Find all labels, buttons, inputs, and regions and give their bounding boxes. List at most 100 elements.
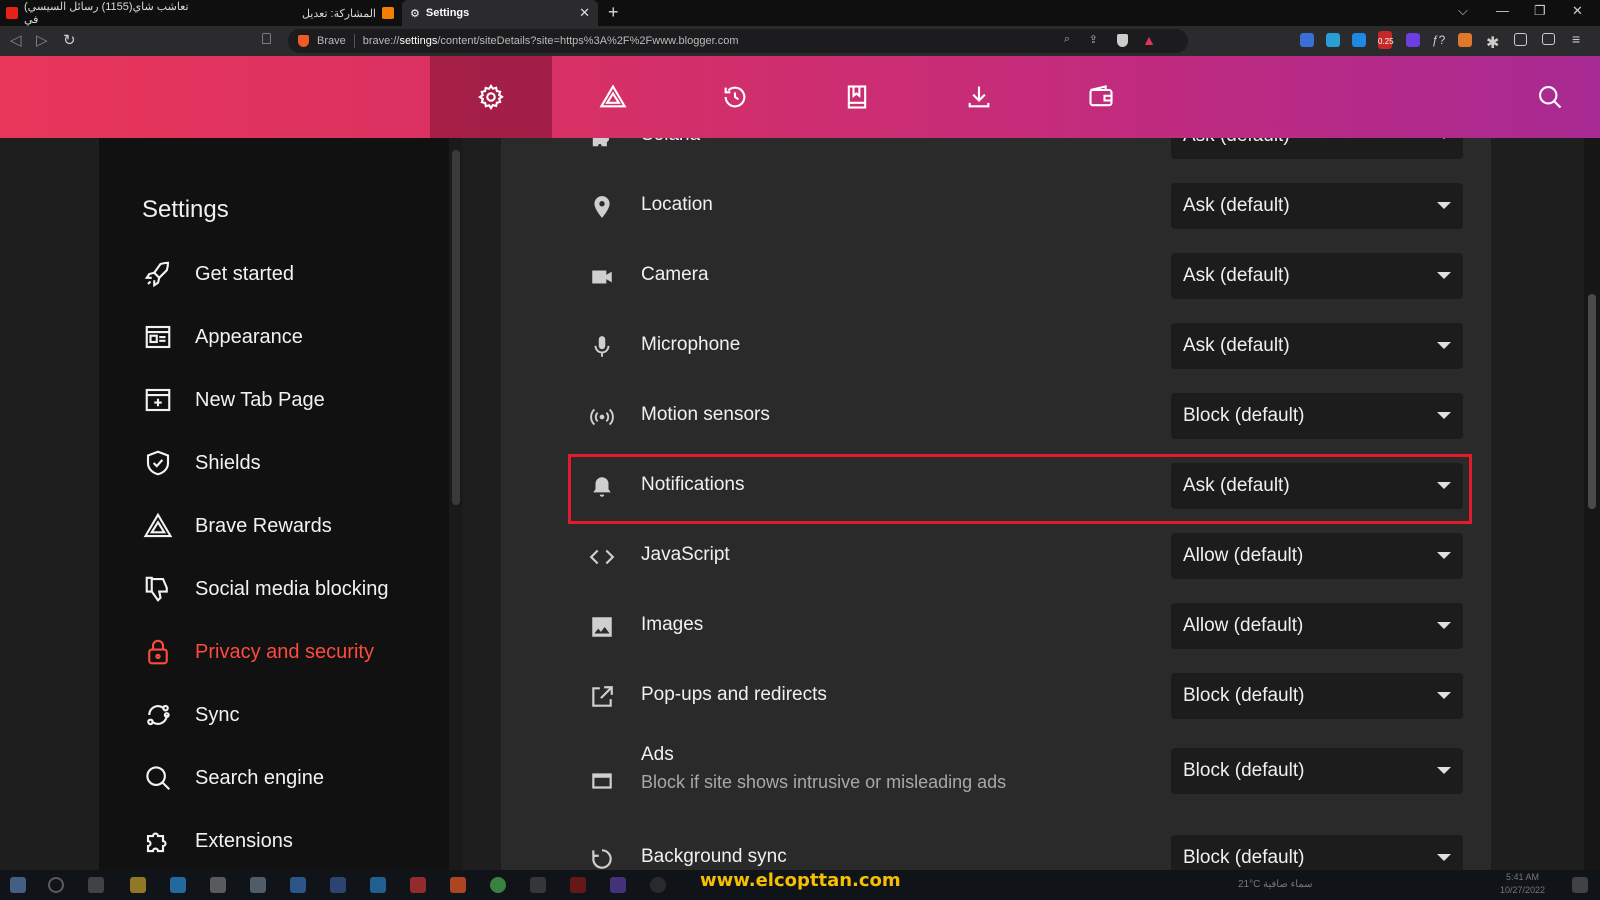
search-settings-button[interactable] (1536, 83, 1564, 116)
sidebar-item-label: Brave Rewards (195, 514, 332, 537)
close-window-button[interactable]: ✕ (1572, 3, 1583, 19)
tab-blogger[interactable]: المشاركة: تعديل (206, 0, 402, 26)
app-icon[interactable] (650, 877, 666, 893)
shield-icon (146, 450, 170, 476)
permission-label: Camera (641, 264, 709, 285)
tab-youtube[interactable]: (تعاشب شاي(1155) رسائل السيسي في (6, 0, 206, 26)
app-icon[interactable] (250, 877, 266, 893)
forward-button[interactable]: ▷ (36, 31, 48, 49)
translate-extension-icon[interactable] (1300, 33, 1314, 47)
permission-select[interactable]: Block (default) (1171, 835, 1463, 870)
permission-select[interactable]: Block (default) (1171, 393, 1463, 439)
sidebar-scrollbar-thumb[interactable] (452, 150, 460, 505)
permission-select[interactable]: Allow (default) (1171, 533, 1463, 579)
edge-icon[interactable] (170, 877, 186, 893)
permission-select[interactable]: Block (default) (1171, 748, 1463, 794)
site-permissions-list: Solana Ask (default) Location Ask (defau… (501, 138, 1491, 870)
sidebar-item-search-engine[interactable]: Search engine (143, 756, 324, 800)
brave-rewards-icon[interactable]: ▲ (1142, 32, 1156, 48)
watermark-text: www.elcopttan.com (700, 870, 901, 891)
tab-title: المشاركة: تعديل (301, 7, 376, 20)
permission-label: Notifications (641, 474, 745, 495)
sidebar-item-brave-rewards[interactable]: Brave Rewards (143, 504, 332, 548)
download-extension-icon[interactable] (1352, 33, 1366, 47)
brave-shields-icon[interactable] (1117, 34, 1128, 47)
reload-button[interactable]: ↻ (63, 31, 76, 49)
sidebar-item-shields[interactable]: Shields (143, 441, 261, 485)
sidebar-item-get-started[interactable]: Get started (143, 252, 294, 296)
nav-wallet[interactable] (1040, 56, 1162, 138)
sidebar-toggle-icon[interactable] (1514, 33, 1527, 46)
permission-value: Ask (default) (1183, 195, 1290, 216)
permission-row-images: Images Allow (default) (501, 592, 1491, 662)
sidebar-item-social-media-blocking[interactable]: Social media blocking (143, 567, 388, 611)
permission-select[interactable]: Allow (default) (1171, 603, 1463, 649)
permission-select[interactable]: Ask (default) (1171, 253, 1463, 299)
sidebar-item-new-tab-page[interactable]: New Tab Page (143, 378, 325, 422)
back-button[interactable]: ◁ (10, 31, 22, 49)
sensors-icon (589, 404, 615, 430)
permission-select[interactable]: Ask (default) (1171, 183, 1463, 229)
page-scrollbar-thumb[interactable] (1588, 294, 1596, 509)
dropdown-caret-icon (1437, 202, 1451, 209)
brave-shield-icon[interactable] (298, 35, 309, 47)
bookmark-icon[interactable]: ⎕ (262, 31, 271, 48)
permission-select[interactable]: Block (default) (1171, 673, 1463, 719)
brave-taskbar-icon[interactable] (450, 877, 466, 893)
share-icon[interactable]: ⇪ (1089, 33, 1098, 46)
vpn-extension-icon[interactable] (1406, 33, 1420, 47)
nav-bookmarks[interactable] (796, 56, 918, 138)
gmail-icon[interactable] (410, 877, 426, 893)
store-icon[interactable] (210, 877, 226, 893)
system-clock[interactable]: 5:41 AM 10/27/2022 (1500, 871, 1545, 897)
permission-select[interactable]: Ask (default) (1171, 463, 1463, 509)
nav-downloads[interactable] (918, 56, 1040, 138)
permission-select[interactable]: Ask (default) (1171, 323, 1463, 369)
sidebar-item-sync[interactable]: Sync (143, 693, 239, 737)
search-taskbar-icon[interactable] (48, 877, 64, 893)
new-tab-icon (145, 388, 171, 412)
nav-settings[interactable] (430, 56, 552, 138)
menu-icon[interactable]: ≡ (1572, 31, 1586, 47)
app-icon[interactable] (610, 877, 626, 893)
sidebar-scrollbar[interactable] (449, 138, 463, 870)
nav-rewards[interactable] (552, 56, 674, 138)
sidebar-item-extensions[interactable]: Extensions (143, 819, 293, 863)
extension-icon[interactable] (1326, 33, 1340, 47)
permission-value: Ask (default) (1183, 265, 1290, 286)
tab-search-chevron-icon[interactable]: ⌵ (1458, 3, 1468, 19)
sidebar-item-privacy-and-security[interactable]: Privacy and security (143, 630, 374, 674)
dropdown-caret-icon (1437, 272, 1451, 279)
task-view-icon[interactable] (88, 877, 104, 893)
facebook-icon[interactable] (330, 877, 346, 893)
app-icon[interactable] (290, 877, 306, 893)
notification-center-icon[interactable] (1572, 877, 1588, 893)
permission-label: Images (641, 614, 704, 635)
sidebar-item-appearance[interactable]: Appearance (143, 315, 303, 359)
address-bar[interactable]: Brave brave://settings/content/siteDetai… (288, 29, 1188, 53)
permission-select[interactable]: Ask (default) (1171, 138, 1463, 159)
permission-value: Allow (default) (1183, 615, 1304, 636)
formula-extension-icon[interactable]: ƒ? (1432, 33, 1446, 47)
app-icon[interactable] (530, 877, 546, 893)
permission-value: Block (default) (1183, 405, 1305, 426)
fox-extension-icon[interactable] (1458, 33, 1472, 47)
sidebar-item-label: Shields (195, 451, 261, 474)
tab-settings[interactable]: ⚙ Settings ✕ (402, 0, 598, 26)
wallet-toolbar-icon[interactable] (1542, 33, 1555, 45)
close-tab-icon[interactable]: ✕ (579, 5, 590, 21)
adobe-icon[interactable] (570, 877, 586, 893)
zoom-icon[interactable]: ⌕ (1064, 33, 1070, 46)
minimize-button[interactable]: — (1496, 3, 1509, 18)
chrome-icon[interactable] (490, 877, 506, 893)
new-tab-button[interactable]: + (608, 2, 619, 23)
file-explorer-icon[interactable] (130, 877, 146, 893)
restore-button[interactable]: ❐ (1534, 3, 1546, 19)
badge-extension-icon[interactable]: 0.25 (1378, 31, 1394, 49)
extensions-puzzle-icon[interactable]: ✱ (1486, 33, 1500, 52)
gear-icon: ⚙ (410, 7, 420, 20)
app-icon[interactable] (370, 877, 386, 893)
page-scrollbar[interactable] (1584, 138, 1600, 870)
nav-history[interactable] (674, 56, 796, 138)
start-icon[interactable] (10, 877, 26, 893)
